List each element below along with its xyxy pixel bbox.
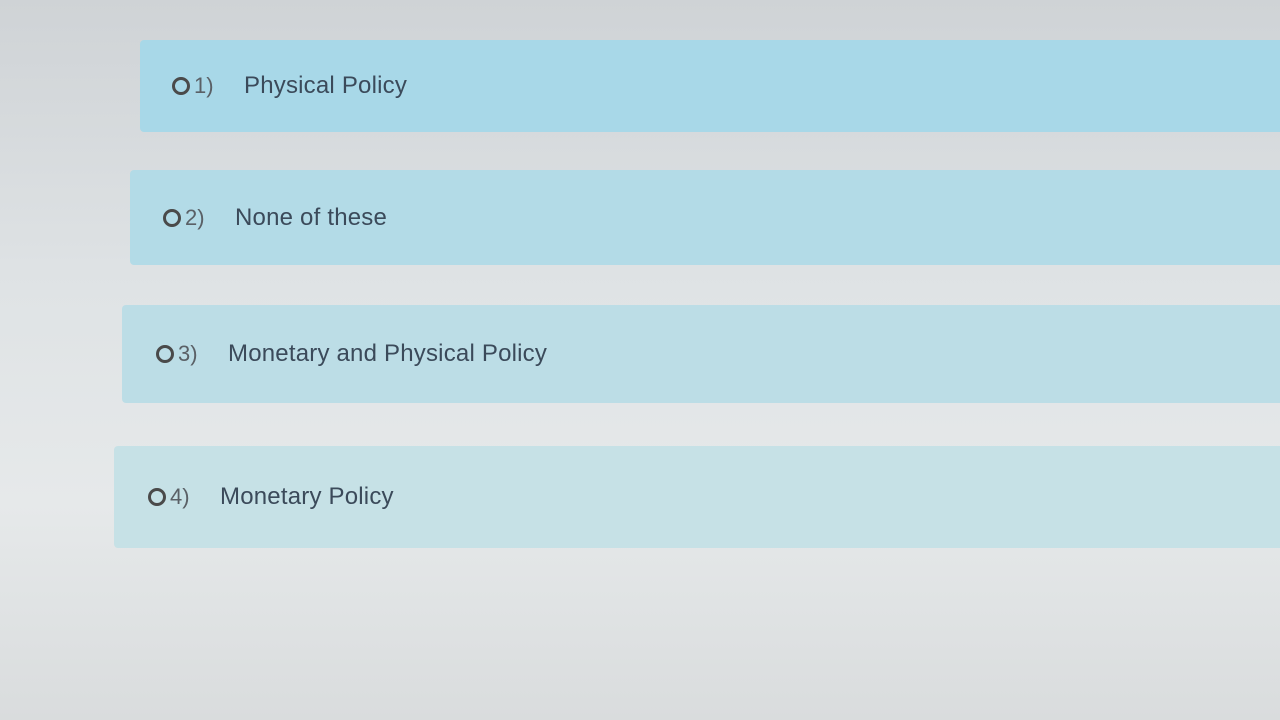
radio-option-2[interactable] — [163, 208, 181, 227]
option-label: Physical Policy — [244, 72, 408, 99]
option-label: Monetary and Physical Policy — [228, 340, 548, 367]
option-1[interactable]: 1) Physical Policy — [140, 40, 1280, 132]
option-label: None of these — [235, 203, 388, 231]
radio-option-1[interactable] — [172, 77, 190, 95]
option-label: Monetary Policy — [220, 483, 394, 510]
option-number: 2) — [185, 204, 205, 230]
radio-option-3[interactable] — [156, 345, 174, 363]
option-number: 1) — [194, 73, 214, 98]
option-3[interactable]: 3) Monetary and Physical Policy — [122, 305, 1280, 403]
option-number: 3) — [178, 341, 198, 366]
option-4[interactable]: 4) Monetary Policy — [114, 446, 1280, 548]
radio-option-4[interactable] — [148, 488, 166, 506]
answer-options: 1) Physical Policy 2) None of these 3) M… — [0, 0, 1280, 720]
option-2[interactable]: 2) None of these — [130, 170, 1280, 265]
option-number: 4) — [170, 484, 190, 509]
